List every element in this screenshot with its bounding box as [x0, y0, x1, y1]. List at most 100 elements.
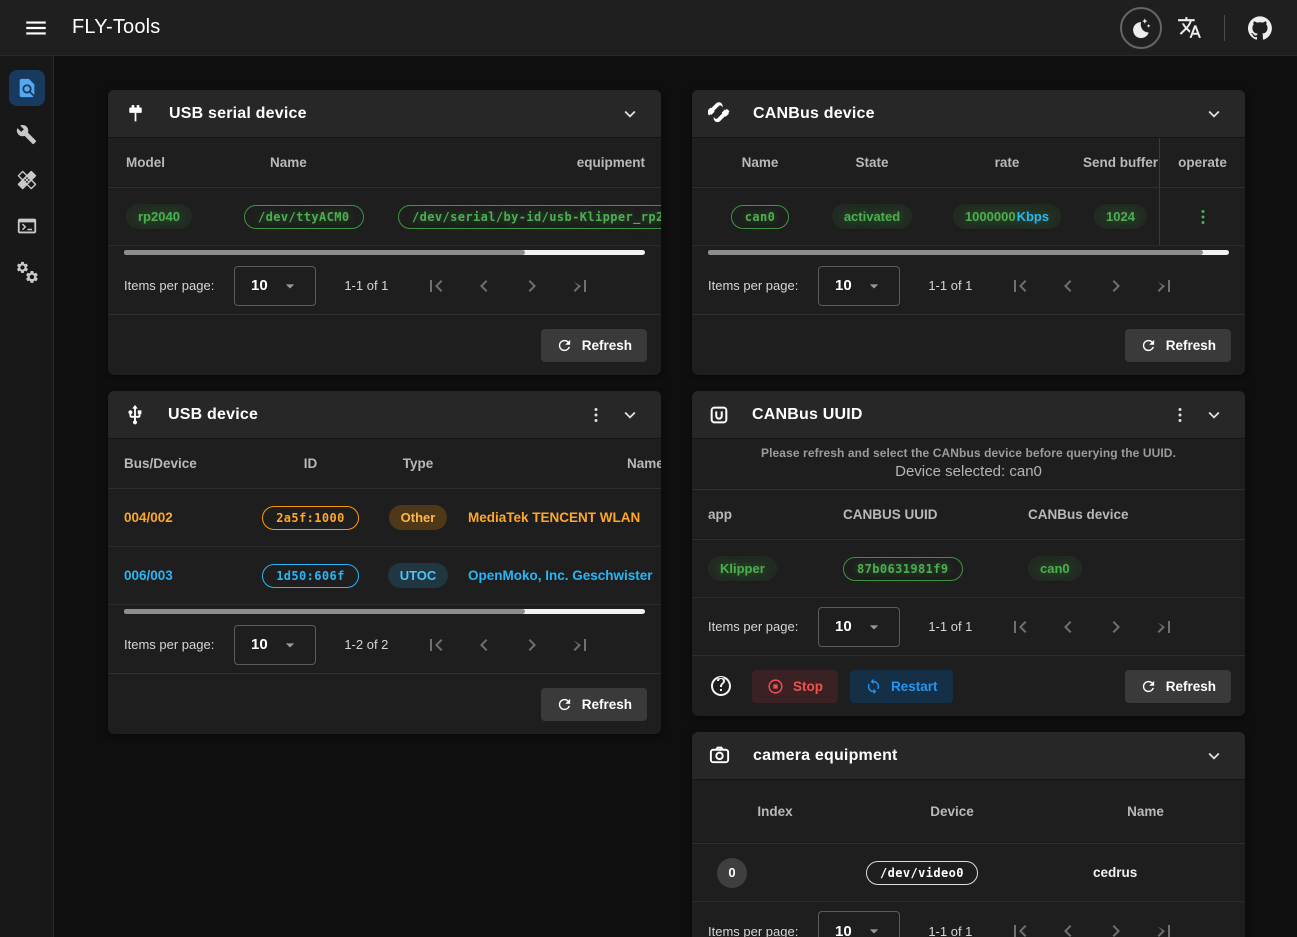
items-per-page-label: Items per page: — [708, 619, 798, 634]
sidebar-item-terminal[interactable] — [9, 208, 45, 244]
more-menu-button[interactable] — [1163, 398, 1197, 432]
table-row: 006/003 1d50:606f UTOC OpenMoko, Inc. Ge… — [108, 547, 661, 605]
refresh-button[interactable]: Refresh — [1125, 329, 1231, 362]
type-pill: UTOC — [388, 563, 449, 588]
sidebar-item-tools[interactable] — [9, 116, 45, 152]
column-index: Index — [757, 804, 792, 819]
column-device: Device — [930, 804, 974, 819]
next-page-icon[interactable] — [1104, 919, 1128, 937]
usb-device-card: USB device Bus/Device ID Type Name 004/0… — [108, 391, 661, 734]
more-vert-icon — [586, 405, 606, 425]
caret-down-icon — [280, 276, 300, 296]
next-page-icon[interactable] — [1104, 615, 1128, 639]
sidebar-item-device-query[interactable] — [9, 70, 45, 106]
first-page-icon[interactable] — [1008, 274, 1032, 298]
horizontal-scrollbar[interactable] — [708, 250, 1229, 255]
card-title: camera equipment — [753, 747, 898, 765]
app-value: Klipper — [708, 556, 777, 581]
github-button[interactable] — [1239, 7, 1281, 49]
column-rate: rate — [995, 155, 1020, 170]
first-page-icon[interactable] — [424, 274, 448, 298]
main-content: USB serial device Model Name equipment r… — [54, 56, 1297, 937]
collapse-button[interactable] — [1197, 398, 1231, 432]
column-equipment: equipment — [398, 155, 661, 170]
refresh-icon — [556, 337, 573, 354]
column-bus-device: Bus/Device — [124, 456, 248, 471]
items-per-page-label: Items per page: — [124, 278, 214, 293]
collapse-button[interactable] — [1197, 97, 1231, 131]
usb-icon — [124, 404, 146, 426]
canbus-uuid-card: CANBus UUID Please refresh and select th… — [692, 391, 1245, 716]
app-title: FLY-Tools — [72, 16, 161, 39]
next-page-icon[interactable] — [1104, 274, 1128, 298]
column-name: Name — [463, 456, 661, 471]
stop-button[interactable]: Stop — [752, 670, 838, 703]
refresh-button[interactable]: Refresh — [541, 688, 647, 721]
column-type: Type — [403, 456, 434, 471]
gears-icon — [15, 260, 39, 284]
refresh-button[interactable]: Refresh — [1125, 670, 1231, 703]
collapse-button[interactable] — [613, 97, 647, 131]
first-page-icon[interactable] — [1008, 919, 1032, 937]
last-page-icon[interactable] — [568, 633, 592, 657]
name-value: OpenMoko, Inc. Geschwister — [463, 568, 661, 583]
state-value: activated — [832, 204, 912, 229]
page-size-select[interactable]: 10 — [234, 266, 316, 306]
card-title: USB device — [168, 406, 258, 424]
first-page-icon[interactable] — [1008, 615, 1032, 639]
language-button[interactable] — [1168, 7, 1210, 49]
refresh-button[interactable]: Refresh — [541, 329, 647, 362]
card-title: CANBus UUID — [752, 406, 863, 424]
row-more-menu-button[interactable] — [1186, 200, 1220, 234]
help-button[interactable] — [706, 671, 736, 701]
previous-page-icon[interactable] — [1056, 274, 1080, 298]
previous-page-icon[interactable] — [1056, 919, 1080, 937]
page-size-select[interactable]: 10 — [818, 911, 900, 937]
last-page-icon[interactable] — [1152, 919, 1176, 937]
menu-icon[interactable] — [16, 8, 56, 48]
usb-serial-card: USB serial device Model Name equipment r… — [108, 90, 661, 375]
first-page-icon[interactable] — [424, 633, 448, 657]
refresh-icon — [1140, 337, 1157, 354]
caret-down-icon — [864, 921, 884, 937]
more-menu-button[interactable] — [579, 398, 613, 432]
notice-text: Please refresh and select the CANbus dev… — [708, 446, 1229, 460]
next-page-icon[interactable] — [520, 274, 544, 298]
card-title: CANBus device — [753, 105, 875, 123]
column-send-buffer: Send buffer — [1083, 154, 1158, 172]
horizontal-scrollbar[interactable] — [124, 609, 645, 614]
paginator: Items per page: 10 1-1 of 1 — [692, 598, 1245, 656]
collapse-button[interactable] — [1197, 739, 1231, 773]
page-size-value: 10 — [835, 618, 852, 635]
page-size-select[interactable]: 10 — [818, 607, 900, 647]
restart-button[interactable]: Restart — [850, 670, 953, 703]
rate-value: 1000000 — [965, 209, 1016, 224]
topbar-divider — [1224, 15, 1225, 41]
device-name-chip: /dev/ttyACM0 — [244, 205, 364, 229]
table-row: 0 /dev/video0 cedrus — [692, 844, 1245, 902]
chevron-down-icon — [619, 404, 641, 426]
range-label: 1-1 of 1 — [928, 278, 972, 293]
last-page-icon[interactable] — [1152, 274, 1176, 298]
table-header: app CANBUS UUID CANBus device — [692, 490, 1245, 540]
sidebar-item-services[interactable] — [9, 254, 45, 290]
canbus-device-value: can0 — [1028, 556, 1082, 581]
last-page-icon[interactable] — [1152, 615, 1176, 639]
next-page-icon[interactable] — [520, 633, 544, 657]
dark-mode-toggle[interactable] — [1120, 7, 1162, 49]
id-chip: 2a5f:1000 — [262, 506, 359, 530]
previous-page-icon[interactable] — [472, 274, 496, 298]
range-label: 1-2 of 2 — [344, 637, 388, 652]
sidebar-item-repair[interactable] — [9, 162, 45, 198]
collapse-button[interactable] — [613, 398, 647, 432]
horizontal-scrollbar[interactable] — [124, 250, 645, 255]
table-header: Index Device Name — [692, 780, 1245, 844]
last-page-icon[interactable] — [568, 274, 592, 298]
sidebar — [0, 56, 54, 937]
previous-page-icon[interactable] — [1056, 615, 1080, 639]
page-size-select[interactable]: 10 — [234, 625, 316, 665]
items-per-page-label: Items per page: — [708, 924, 798, 937]
previous-page-icon[interactable] — [472, 633, 496, 657]
table-header: Bus/Device ID Type Name — [108, 439, 661, 489]
page-size-select[interactable]: 10 — [818, 266, 900, 306]
